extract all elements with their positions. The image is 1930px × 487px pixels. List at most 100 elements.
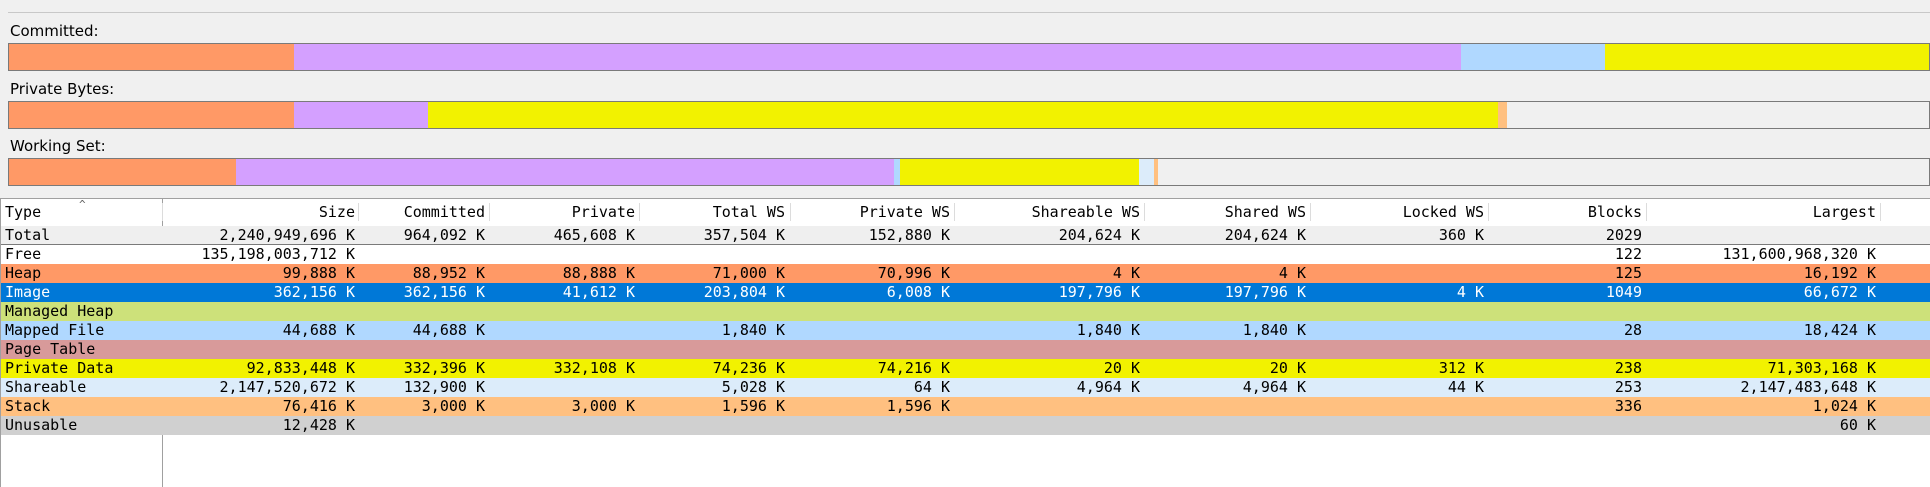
private-image-segment	[294, 102, 428, 128]
cell-private: 465,608 K	[553, 226, 635, 244]
committed-bar	[8, 43, 1930, 71]
cell-largest: 2,147,483,648 K	[1740, 378, 1876, 396]
cell-shared-ws: 197,796 K	[1224, 283, 1306, 301]
cell-private-ws: 6,008 K	[886, 283, 950, 301]
cell-largest: 1,024 K	[1812, 397, 1876, 415]
free-row[interactable]: Free 135,198,003,712 K 122 131,600,968,320 …	[1, 245, 1930, 264]
cell-committed: 132,900 K	[403, 378, 485, 396]
cell-committed: 44,688 K	[412, 321, 485, 339]
cell-shareable-ws	[958, 302, 1140, 321]
cell-shared-ws: 1,840 K	[1242, 321, 1306, 339]
cell-private-ws	[796, 321, 950, 340]
private-heap-segment	[9, 102, 294, 128]
cell-shared-ws	[1148, 245, 1306, 264]
ws-stack-segment	[1154, 159, 1158, 185]
cell-private-ws	[796, 340, 950, 359]
top-divider	[8, 12, 1930, 13]
cell-type: Shareable	[5, 378, 87, 396]
col-header-shared-ws[interactable]: Shared WS	[1148, 199, 1306, 225]
ws-private-data-segment	[900, 159, 1139, 185]
cell-private-ws: 152,880 K	[868, 226, 950, 244]
cell-committed: 88,952 K	[412, 264, 485, 282]
cell-locked-ws	[1314, 321, 1484, 340]
cell-size: 92,833,448 K	[246, 359, 355, 377]
col-header-private[interactable]: Private	[493, 199, 635, 225]
cell-largest: 16,192 K	[1803, 264, 1876, 282]
cell-shared-ws: 4 K	[1278, 264, 1306, 282]
col-header-type-label: Type	[5, 203, 42, 221]
total-row[interactable]: Total 2,240,949,696 K 964,092 K 465,608 K 35…	[1, 226, 1930, 245]
cell-size: 135,198,003,712 K	[201, 245, 355, 263]
cell-private: 3,000 K	[571, 397, 635, 415]
cell-blocks: 1049	[1605, 283, 1642, 301]
cell-private-ws	[796, 302, 950, 321]
unusable-row[interactable]: Unusable 12,428 K 60 K	[1, 416, 1930, 435]
col-header-type[interactable]: Type ^	[5, 199, 145, 225]
cell-private-ws: 64 K	[913, 378, 950, 396]
cell-private: 88,888 K	[562, 264, 635, 282]
committed-image-segment	[294, 44, 1461, 70]
heap-row[interactable]: Heap 99,888 K 88,952 K 88,888 K 71,000 K 70,9…	[1, 264, 1930, 283]
cell-total-ws: 357,504 K	[703, 226, 785, 244]
cell-largest: 71,303,168 K	[1767, 359, 1876, 377]
cell-private	[493, 245, 635, 264]
cell-total-ws	[643, 416, 785, 435]
memory-type-table[interactable]: Type ^ Size Committed Private Total WS P…	[0, 198, 1930, 487]
cell-locked-ws	[1314, 245, 1484, 264]
cell-shared-ws: 4,964 K	[1242, 378, 1306, 396]
cell-blocks	[1492, 302, 1642, 321]
cell-type: Managed Heap	[5, 302, 114, 320]
cell-size: 12,428 K	[282, 416, 355, 434]
private-bytes-label: Private Bytes:	[10, 80, 115, 98]
sort-ascending-icon: ^	[79, 198, 86, 211]
header-separator	[954, 203, 955, 221]
col-header-committed[interactable]: Committed	[363, 199, 485, 225]
header-separator	[1310, 203, 1311, 221]
private-bytes-bar	[8, 101, 1930, 129]
cell-locked-ws: 4 K	[1456, 283, 1484, 301]
shareable-row[interactable]: Shareable 2,147,520,672 K 132,900 K 5,028 K…	[1, 378, 1930, 397]
image-row[interactable]: Image 362,156 K 362,156 K 41,612 K 203,804 K…	[1, 283, 1930, 302]
cell-shareable-ws: 4 K	[1112, 264, 1140, 282]
col-header-shareable-ws[interactable]: Shareable WS	[958, 199, 1140, 225]
cell-shareable-ws: 20 K	[1103, 359, 1140, 377]
managed-heap-row[interactable]: Managed Heap	[1, 302, 1930, 321]
cell-total-ws: 1,840 K	[721, 321, 785, 339]
cell-committed	[363, 302, 485, 321]
cell-type: Stack	[5, 397, 51, 415]
cell-blocks: 336	[1614, 397, 1642, 415]
cell-blocks: 28	[1623, 321, 1642, 339]
cell-private: 41,612 K	[562, 283, 635, 301]
header-separator	[1144, 203, 1145, 221]
ws-shareable-segment	[1139, 159, 1154, 185]
private-data-segment	[428, 102, 1498, 128]
cell-size: 2,240,949,696 K	[219, 226, 355, 244]
cell-private-ws	[796, 245, 950, 264]
cell-shareable-ws: 4,964 K	[1076, 378, 1140, 396]
cell-locked-ws: 312 K	[1438, 359, 1484, 377]
col-header-size[interactable]: Size	[171, 199, 355, 225]
cell-largest	[1650, 340, 1876, 359]
cell-shared-ws: 20 K	[1269, 359, 1306, 377]
stack-row[interactable]: Stack 76,416 K 3,000 K 3,000 K 1,596 K 1,596 …	[1, 397, 1930, 416]
private-data-row[interactable]: Private Data 92,833,448 K 332,396 K 332,108…	[1, 359, 1930, 378]
cell-shareable-ws: 204,624 K	[1058, 226, 1140, 244]
page-table-row[interactable]: Page Table	[1, 340, 1930, 359]
col-header-blocks[interactable]: Blocks	[1492, 199, 1642, 225]
col-header-largest[interactable]: Largest	[1650, 199, 1876, 225]
col-header-locked-ws[interactable]: Locked WS	[1314, 199, 1484, 225]
cell-type: Total	[5, 226, 51, 244]
cell-private: 332,108 K	[553, 359, 635, 377]
header-separator	[1880, 203, 1881, 221]
mapped-file-row[interactable]: Mapped File 44,688 K 44,688 K 1,840 K 1,840 …	[1, 321, 1930, 340]
cell-locked-ws	[1314, 264, 1484, 283]
header-separator	[1646, 203, 1647, 221]
cell-private-ws: 74,216 K	[877, 359, 950, 377]
cell-largest	[1650, 226, 1876, 245]
cell-private-ws: 70,996 K	[877, 264, 950, 282]
col-header-private-ws[interactable]: Private WS	[796, 199, 950, 225]
cell-size	[167, 340, 355, 359]
cell-total-ws	[643, 302, 785, 321]
col-header-total-ws[interactable]: Total WS	[643, 199, 785, 225]
cell-size: 362,156 K	[273, 283, 355, 301]
